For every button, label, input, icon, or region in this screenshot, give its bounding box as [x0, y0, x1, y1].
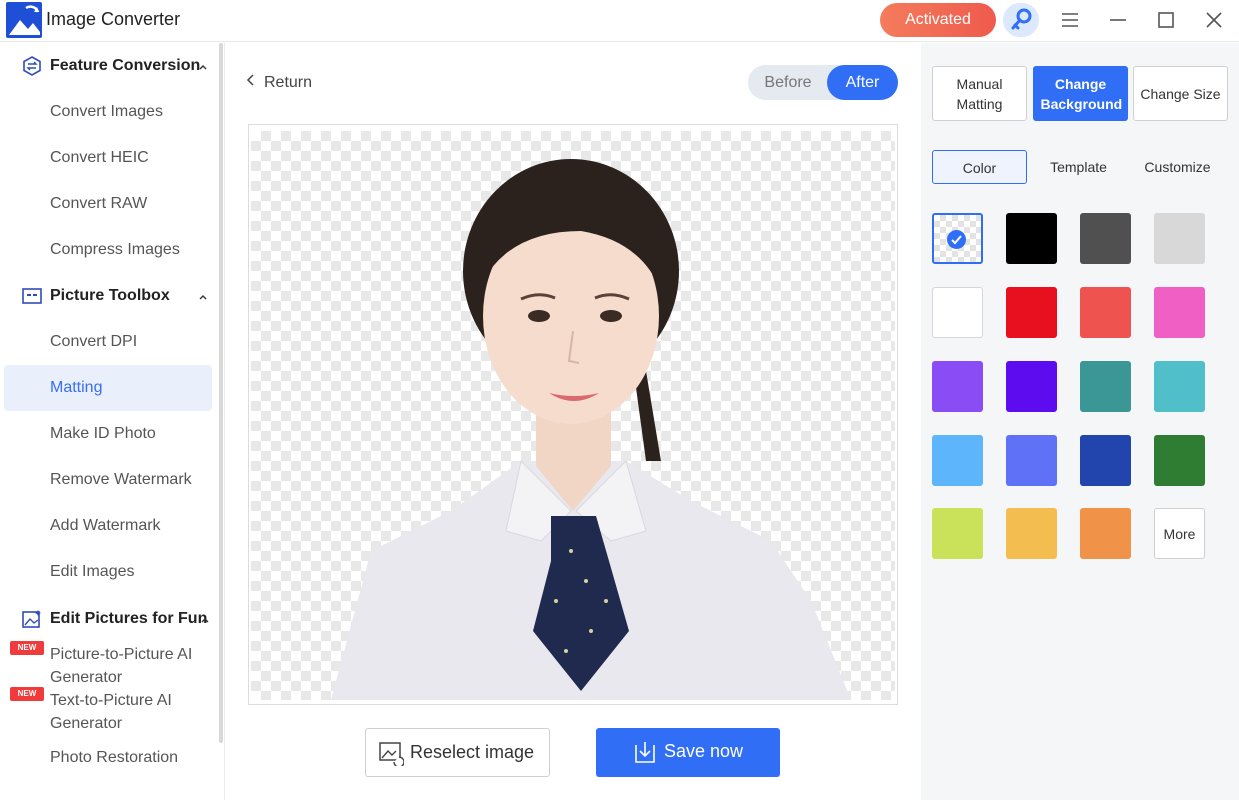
sidebar-item-remove-watermark[interactable]: Remove Watermark	[4, 457, 212, 503]
after-tab[interactable]: After	[827, 65, 898, 100]
sidebar-item-text-to-picture-ai-generator[interactable]: Text-to-Picture AI Generator	[50, 689, 210, 735]
swatch-color[interactable]	[1154, 287, 1205, 338]
sidebar-scrollbar[interactable]	[219, 43, 223, 743]
sidebar-item-label: Make ID Photo	[50, 425, 156, 442]
before-after-toggle: Before After	[748, 65, 898, 100]
image-refresh-icon	[379, 742, 404, 766]
more-colors-button[interactable]: More	[1154, 508, 1205, 559]
section-label: Picture Toolbox	[50, 287, 170, 304]
check-icon	[947, 230, 966, 249]
chevron-left-icon	[246, 74, 254, 86]
sidebar-item-label: Convert RAW	[50, 195, 148, 212]
before-tab[interactable]: Before	[748, 65, 828, 100]
change-background-button[interactable]: Change Background	[1033, 66, 1128, 121]
save-now-button[interactable]: Save now	[596, 728, 780, 777]
key-icon	[1011, 8, 1032, 30]
mode-label: Change Size	[1140, 85, 1221, 102]
transparent-background	[251, 131, 895, 700]
swatch-color[interactable]	[1154, 213, 1205, 264]
sidebar-item-compress-images[interactable]: Compress Images	[4, 227, 212, 273]
tab-color[interactable]: Color	[932, 150, 1027, 184]
tab-template[interactable]: Template	[1031, 150, 1126, 184]
sidebar-item-photo-restoration[interactable]: Photo Restoration	[4, 735, 212, 781]
minimize-icon[interactable]	[1104, 6, 1132, 34]
swatch-color[interactable]	[1080, 361, 1131, 412]
swatch-color[interactable]	[1006, 213, 1057, 264]
save-label: Save now	[664, 741, 744, 761]
swatch-color[interactable]	[932, 361, 983, 412]
section-label: Feature Conversion	[50, 57, 201, 74]
image-preview	[248, 124, 898, 705]
new-badge: NEW	[10, 687, 44, 701]
section-label: Edit Pictures for Fun	[50, 610, 208, 627]
sidebar-item-convert-images[interactable]: Convert Images	[4, 89, 212, 135]
key-button[interactable]	[1003, 3, 1039, 37]
new-badge: NEW	[10, 641, 44, 655]
convert-icon	[23, 56, 41, 76]
swatch-color[interactable]	[1006, 508, 1057, 559]
sidebar-item-label: Convert Images	[50, 103, 163, 120]
return-label: Return	[264, 74, 313, 91]
sidebar: Feature Conversion Convert Images Conver…	[0, 43, 222, 800]
swatch-color[interactable]	[932, 287, 983, 338]
activated-badge[interactable]: Activated	[880, 3, 996, 37]
magic-picture-icon	[22, 610, 41, 628]
app-title: Image Converter	[46, 9, 181, 29]
manual-matting-button[interactable]: Manual Matting	[932, 66, 1027, 121]
sidebar-item-convert-dpi[interactable]: Convert DPI	[4, 319, 212, 365]
sidebar-item-convert-heic[interactable]: Convert HEIC	[4, 135, 212, 181]
menu-icon[interactable]	[1056, 6, 1084, 34]
sidebar-item-label: Add Watermark	[50, 517, 161, 534]
title-bar: Image Converter Activated	[0, 0, 1239, 42]
swatch-color[interactable]	[1080, 213, 1131, 264]
app-logo-icon	[6, 2, 42, 38]
sidebar-item-label: Compress Images	[50, 241, 180, 258]
sidebar-item-add-watermark[interactable]: Add Watermark	[4, 503, 212, 549]
chevron-up-icon[interactable]	[200, 615, 210, 625]
sidebar-item-edit-images[interactable]: Edit Images	[4, 549, 212, 595]
sidebar-item-label: Edit Images	[50, 563, 135, 580]
close-icon[interactable]	[1200, 6, 1228, 34]
swatch-color[interactable]	[932, 435, 983, 486]
swatch-color[interactable]	[1080, 287, 1131, 338]
swatch-color[interactable]	[1080, 435, 1131, 486]
swatch-color[interactable]	[1154, 435, 1205, 486]
sidebar-item-make-id-photo[interactable]: Make ID Photo	[4, 411, 212, 457]
mode-label: Change Background	[1040, 75, 1123, 112]
reselect-image-button[interactable]: Reselect image	[365, 728, 550, 777]
swatch-color[interactable]	[1154, 361, 1205, 412]
divider	[224, 43, 225, 800]
sidebar-item-label: Convert HEIC	[50, 149, 149, 166]
return-button[interactable]: Return	[246, 73, 312, 92]
chevron-up-icon[interactable]	[198, 62, 208, 72]
swatch-color[interactable]	[1006, 361, 1057, 412]
mode-label: Manual Matting	[956, 75, 1003, 112]
change-size-button[interactable]: Change Size	[1133, 66, 1228, 121]
sidebar-item-label: Convert DPI	[50, 333, 138, 350]
swatch-color[interactable]	[1006, 287, 1057, 338]
sidebar-item-label: Remove Watermark	[50, 471, 192, 488]
chevron-up-icon[interactable]	[198, 292, 208, 302]
swatch-color[interactable]	[932, 508, 983, 559]
tab-customize[interactable]: Customize	[1130, 150, 1225, 184]
maximize-icon[interactable]	[1152, 6, 1180, 34]
download-icon	[635, 742, 655, 763]
swatch-transparent[interactable]	[932, 213, 983, 264]
sidebar-item-matting[interactable]: Matting	[4, 365, 212, 411]
sidebar-item-label: Matting	[50, 379, 103, 396]
reselect-label: Reselect image	[410, 742, 535, 762]
swatch-color[interactable]	[1080, 508, 1131, 559]
swatch-color[interactable]	[1006, 435, 1057, 486]
portrait-image	[331, 159, 851, 700]
sidebar-item-picture-to-picture-ai-generator[interactable]: Picture-to-Picture AI Generator	[50, 643, 210, 689]
sidebar-item-label: Photo Restoration	[50, 749, 179, 766]
toolbox-icon	[22, 288, 42, 304]
sidebar-item-convert-raw[interactable]: Convert RAW	[4, 181, 212, 227]
